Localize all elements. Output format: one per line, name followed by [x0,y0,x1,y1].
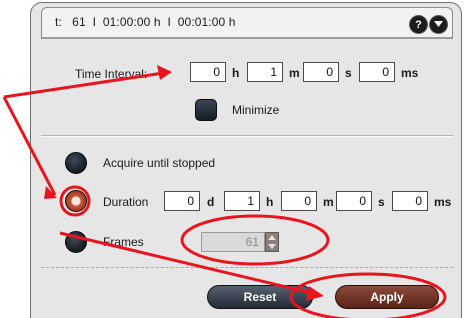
acquire-until-stopped-radio[interactable] [65,152,87,174]
duration-minutes-unit: m [323,195,334,209]
frames-radio[interactable] [65,231,87,253]
interval-milliseconds-field[interactable]: 0 [359,62,395,82]
section-divider [41,135,453,137]
interval-seconds-field[interactable]: 0 [303,62,339,82]
interval-hours-field[interactable]: 0 [190,62,226,82]
duration-days-field[interactable]: 0 [164,191,200,211]
minimize-label: Minimize [232,103,280,117]
stepper-down-icon[interactable] [268,244,276,249]
duration-radio[interactable] [65,190,87,212]
buttons-divider [41,267,453,268]
interval-minutes-unit: m [289,66,300,80]
time-interval-label: Time Interval: [75,67,148,81]
duration-label: Duration [103,195,149,209]
stepper-up-icon[interactable] [268,235,276,240]
minimize-checkbox[interactable] [195,99,217,121]
frames-label: Frames [103,235,144,249]
interval-minutes-field[interactable]: 1 [247,62,283,82]
duration-milliseconds-unit: ms [434,195,452,209]
frames-stepper[interactable] [265,232,279,252]
time-series-panel: t: 61 I 01:00:00 h I 00:01:00 h ? Time I… [30,2,462,318]
chevron-down-icon[interactable] [430,16,447,33]
question-mark-icon[interactable]: ? [410,16,427,33]
duration-seconds-field[interactable]: 0 [336,191,372,211]
interval-seconds-unit: s [345,66,352,80]
duration-seconds-unit: s [378,195,385,209]
duration-hours-field[interactable]: 1 [224,191,260,211]
status-readout: t: 61 I 01:00:00 h I 00:01:00 h [55,15,236,29]
panel-header: t: 61 I 01:00:00 h I 00:01:00 h ? [41,7,453,39]
reset-button[interactable]: Reset [207,285,313,309]
duration-minutes-field[interactable]: 0 [281,191,317,211]
interval-hours-unit: h [232,66,240,80]
frames-field[interactable]: 61 [201,232,265,252]
duration-days-unit: d [207,195,215,209]
interval-milliseconds-unit: ms [401,66,419,80]
acquire-until-stopped-label: Acquire until stopped [103,156,216,170]
duration-milliseconds-field[interactable]: 0 [392,191,428,211]
duration-hours-unit: h [266,195,274,209]
apply-button[interactable]: Apply [335,285,439,309]
